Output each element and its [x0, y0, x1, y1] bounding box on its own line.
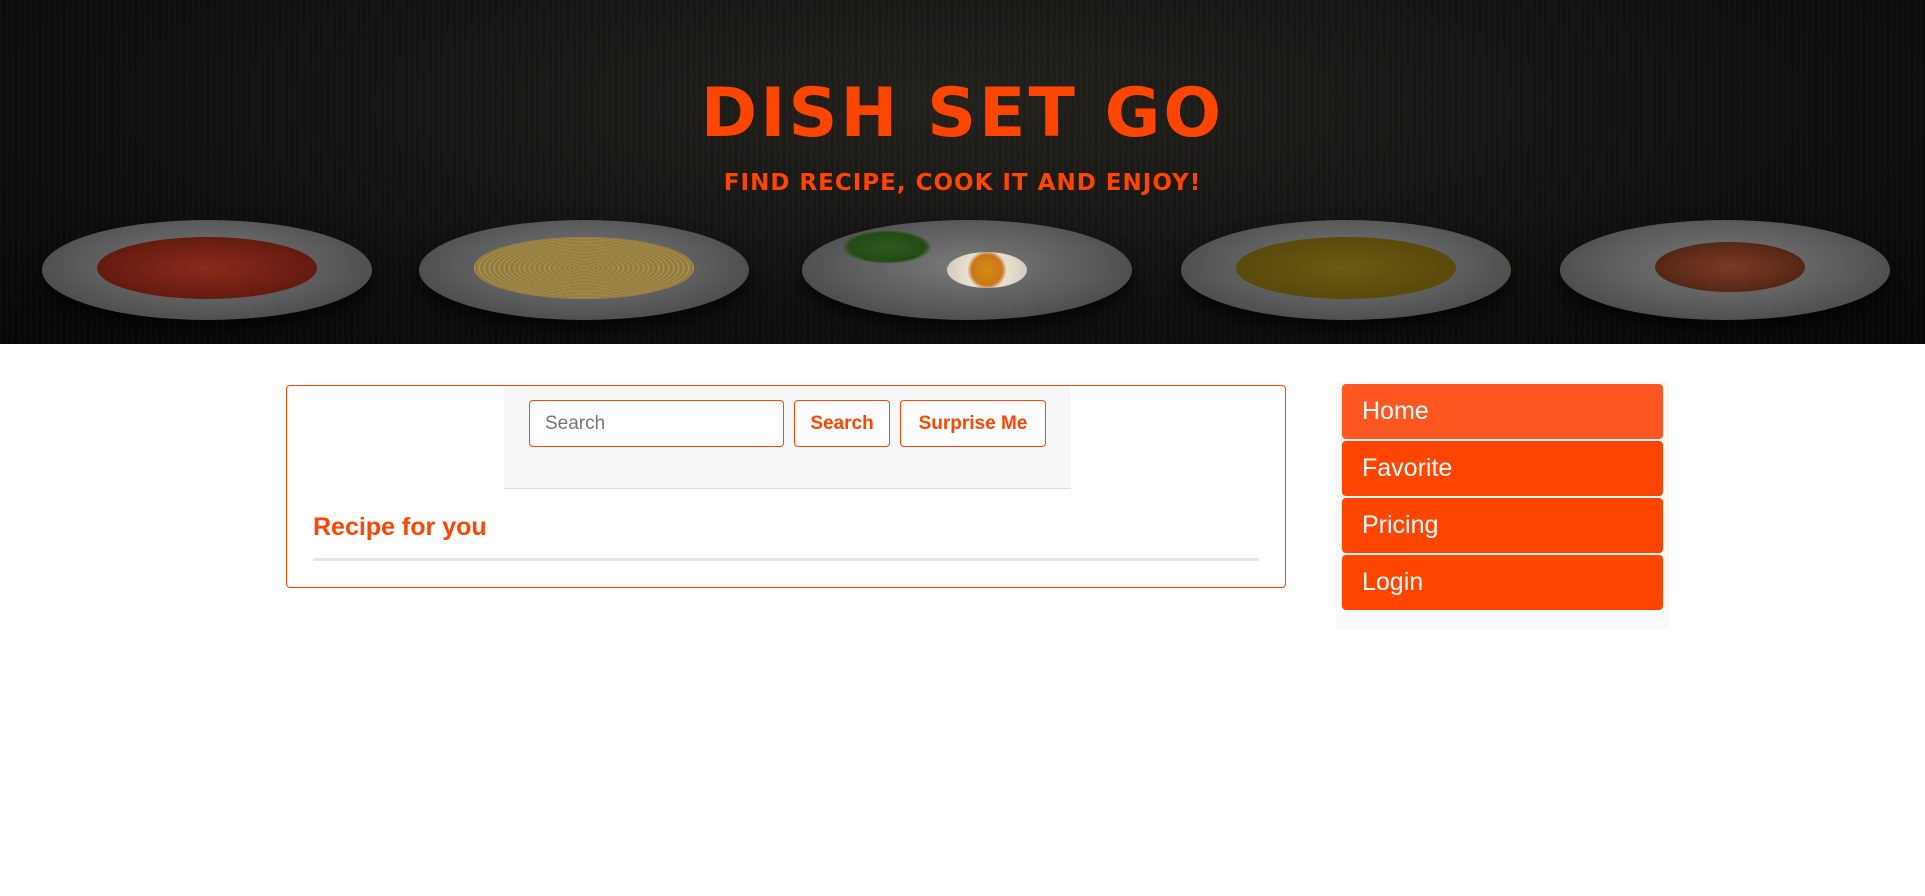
site-title: Dish Set Go	[700, 74, 1225, 153]
sidebar-item-login[interactable]: Login	[1342, 555, 1663, 610]
search-bar: Search Surprise Me	[504, 386, 1071, 489]
fried-egg-plate-image	[802, 220, 1132, 320]
sidebar-item-favorite[interactable]: Favorite	[1342, 441, 1663, 496]
section-divider	[313, 558, 1259, 561]
search-input[interactable]	[529, 400, 784, 447]
spaghetti-plate-image	[419, 220, 749, 320]
grilled-meat-plate-image	[1560, 220, 1890, 320]
hero-banner: Dish Set Go Find recipe, cook it and enj…	[0, 0, 1925, 344]
sidebar-nav: Home Favorite Pricing Login	[1336, 382, 1669, 630]
sidebar-item-pricing[interactable]: Pricing	[1342, 498, 1663, 553]
pasta-soup-plate-image	[42, 220, 372, 320]
recipe-section-heading: Recipe for you	[313, 513, 487, 541]
pumpkin-soup-plate-image	[1181, 220, 1511, 320]
recipe-card: Search Surprise Me Recipe for you	[286, 385, 1286, 588]
sidebar-item-home[interactable]: Home	[1342, 384, 1663, 439]
site-tagline: Find recipe, cook it and enjoy!	[723, 170, 1202, 196]
search-button[interactable]: Search	[794, 400, 890, 447]
surprise-me-button[interactable]: Surprise Me	[900, 400, 1046, 447]
